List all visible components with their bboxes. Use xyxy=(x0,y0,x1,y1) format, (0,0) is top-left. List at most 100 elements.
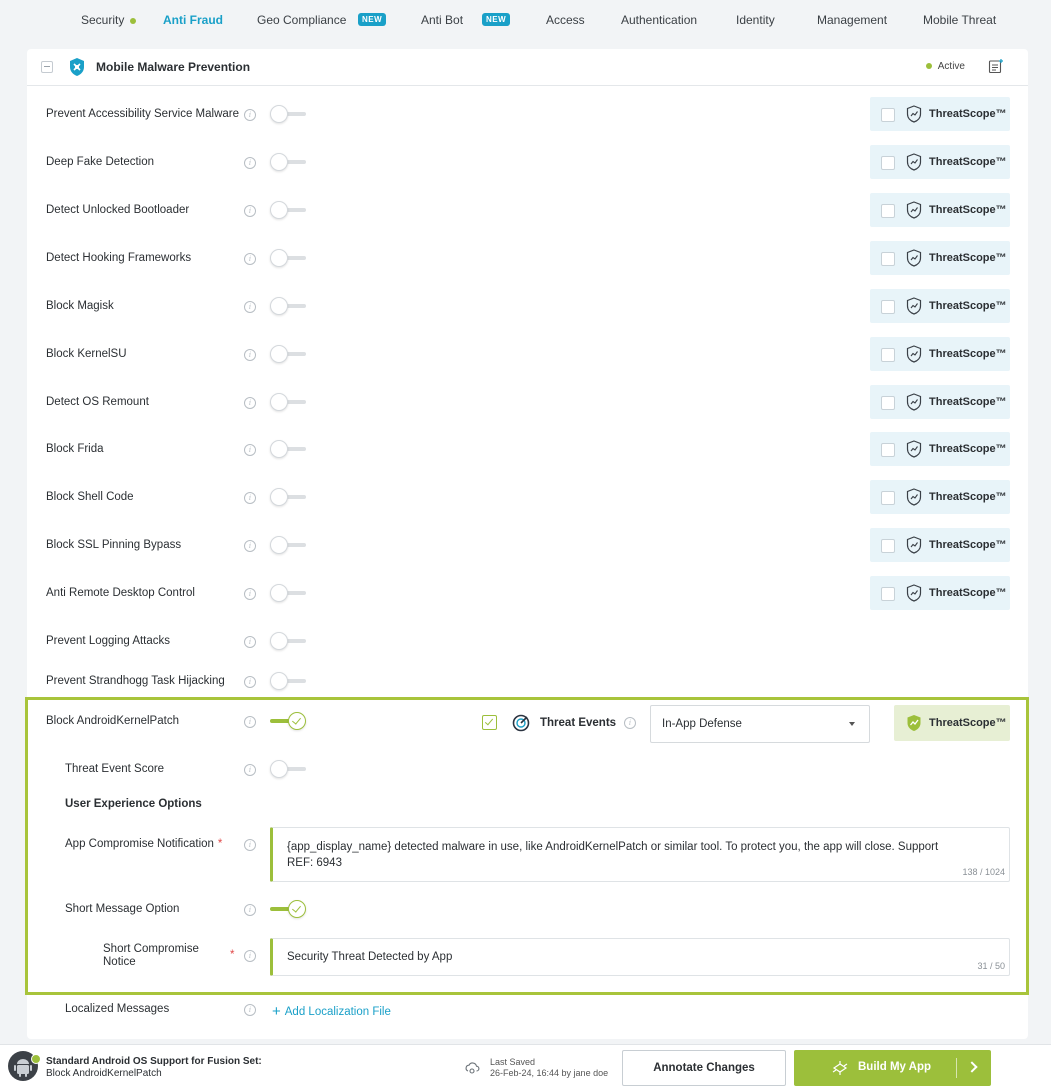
info-icon[interactable]: i xyxy=(244,253,256,265)
feature-toggle[interactable] xyxy=(270,393,306,411)
threatscope-checkbox[interactable] xyxy=(881,204,895,218)
threatscope-button[interactable]: ThreatScope™ xyxy=(870,289,1010,323)
collapse-icon[interactable] xyxy=(41,61,53,73)
tab-management[interactable]: Management xyxy=(817,13,887,27)
threatscope-checkbox[interactable] xyxy=(881,108,895,122)
threat-events-label: Threat Events xyxy=(540,717,617,729)
short-notice-label-line2: Notice xyxy=(103,956,136,968)
threatscope-button[interactable]: ThreatScope™ xyxy=(870,432,1010,466)
threatscope-button[interactable]: ThreatScope™ xyxy=(870,385,1010,419)
feature-toggle[interactable] xyxy=(270,297,306,315)
annotate-changes-button[interactable]: Annotate Changes xyxy=(622,1050,786,1086)
info-icon[interactable]: i xyxy=(244,904,256,916)
info-icon[interactable]: i xyxy=(244,950,256,962)
info-icon[interactable]: i xyxy=(244,1004,256,1016)
threatscope-checkbox[interactable] xyxy=(881,252,895,266)
tab-mobile-threat[interactable]: Mobile Threat xyxy=(923,13,996,27)
info-icon[interactable]: i xyxy=(244,636,256,648)
threatscope-button[interactable]: ThreatScope™ xyxy=(870,97,1010,131)
localized-messages-label: Localized Messages xyxy=(65,1003,170,1015)
feature-toggle[interactable] xyxy=(270,201,306,219)
short-message-label: Short Message Option xyxy=(65,903,180,915)
feature-label: Prevent Accessibility Service Malware xyxy=(46,108,240,120)
info-icon[interactable]: i xyxy=(244,301,256,313)
feature-toggle[interactable] xyxy=(270,536,306,554)
threatscope-button[interactable]: ThreatScope™ xyxy=(870,480,1010,514)
short-notice-input[interactable]: Security Threat Detected by App 31 / 50 xyxy=(270,938,1010,976)
status-dot xyxy=(925,63,932,70)
threatscope-checkbox[interactable] xyxy=(881,396,895,410)
threatscope-button[interactable]: ThreatScope™ xyxy=(894,705,1010,741)
threatscope-button[interactable]: ThreatScope™ xyxy=(870,528,1010,562)
threatscope-icon xyxy=(906,440,922,458)
feature-toggle[interactable] xyxy=(270,672,306,690)
new-badge: NEW xyxy=(482,13,511,26)
threatscope-icon xyxy=(906,153,922,171)
threatscope-checkbox[interactable] xyxy=(881,539,895,553)
notification-textarea[interactable]: {app_display_name} detected malware in u… xyxy=(270,827,1010,882)
threatscope-icon xyxy=(906,536,922,554)
threatscope-button[interactable]: ThreatScope™ xyxy=(870,576,1010,610)
feature-toggle[interactable] xyxy=(270,153,306,171)
threatscope-button[interactable]: ThreatScope™ xyxy=(870,145,1010,179)
panel-title: Mobile Malware Prevention xyxy=(96,60,251,74)
info-icon[interactable]: i xyxy=(624,717,636,729)
info-icon[interactable]: i xyxy=(244,588,256,600)
feature-label: Block Frida xyxy=(46,443,104,455)
threatscope-checkbox[interactable] xyxy=(881,348,895,362)
threatscope-button[interactable]: ThreatScope™ xyxy=(870,193,1010,227)
threatscope-checkbox[interactable] xyxy=(881,300,895,314)
defense-select[interactable]: In-App Defense xyxy=(650,705,870,743)
threatscope-checkbox[interactable] xyxy=(881,587,895,601)
feature-toggle[interactable] xyxy=(270,345,306,363)
feature-toggle[interactable] xyxy=(270,249,306,267)
feature-label: Block Shell Code xyxy=(46,491,134,503)
threatscope-checkbox[interactable] xyxy=(881,156,895,170)
tab-security[interactable]: Security xyxy=(81,13,137,27)
add-localization-link[interactable]: + Add Localization File xyxy=(272,1003,391,1020)
feature-toggle[interactable] xyxy=(270,440,306,458)
info-icon[interactable]: i xyxy=(244,205,256,217)
threatscope-icon xyxy=(906,297,922,315)
threat-events-icon xyxy=(512,714,530,732)
tab-access[interactable]: Access xyxy=(546,13,585,27)
add-note-icon[interactable] xyxy=(988,58,1004,74)
tab-authentication[interactable]: Authentication xyxy=(621,13,697,27)
info-icon[interactable]: i xyxy=(244,444,256,456)
tab-anti-bot[interactable]: Anti Bot xyxy=(421,13,463,27)
tab-identity[interactable]: Identity xyxy=(736,13,775,27)
feature-label: Anti Remote Desktop Control xyxy=(46,587,195,599)
threatscope-icon xyxy=(906,488,922,506)
status-badge: Active xyxy=(925,61,965,72)
info-icon[interactable]: i xyxy=(244,349,256,361)
feature-toggle[interactable] xyxy=(270,712,306,730)
feature-label: Prevent Logging Attacks xyxy=(46,635,171,647)
info-icon[interactable]: i xyxy=(244,492,256,504)
status-dot xyxy=(31,1054,41,1064)
threatscope-button[interactable]: ThreatScope™ xyxy=(870,337,1010,371)
threat-events-checkbox[interactable] xyxy=(482,715,497,730)
last-saved-label: Last Saved xyxy=(490,1057,536,1067)
info-icon[interactable]: i xyxy=(244,764,256,776)
info-icon[interactable]: i xyxy=(244,839,256,851)
info-icon[interactable]: i xyxy=(244,157,256,169)
tab-geo-compliance[interactable]: Geo Compliance xyxy=(257,13,346,27)
tab-anti-fraud[interactable]: Anti Fraud xyxy=(163,13,223,27)
info-icon[interactable]: i xyxy=(244,109,256,121)
feature-toggle[interactable] xyxy=(270,632,306,650)
feature-toggle[interactable] xyxy=(270,584,306,602)
info-icon[interactable]: i xyxy=(244,716,256,728)
threat-event-score-toggle[interactable] xyxy=(270,760,306,778)
chevron-right-icon xyxy=(966,1061,978,1073)
feature-toggle[interactable] xyxy=(270,105,306,123)
threatscope-checkbox[interactable] xyxy=(881,491,895,505)
threatscope-checkbox[interactable] xyxy=(881,443,895,457)
footer-title: Standard Android OS Support for Fusion S… xyxy=(46,1056,262,1067)
threatscope-button[interactable]: ThreatScope™ xyxy=(870,241,1010,275)
short-message-toggle[interactable] xyxy=(270,900,306,918)
info-icon[interactable]: i xyxy=(244,540,256,552)
build-my-app-button[interactable]: Build My App xyxy=(794,1050,991,1086)
feature-toggle[interactable] xyxy=(270,488,306,506)
info-icon[interactable]: i xyxy=(244,676,256,688)
info-icon[interactable]: i xyxy=(244,397,256,409)
